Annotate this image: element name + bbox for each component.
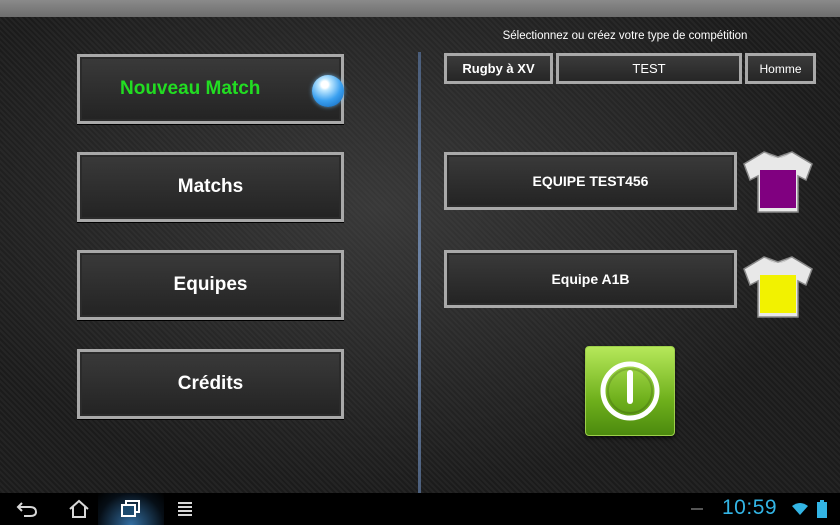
credits-label: Crédits	[177, 373, 244, 394]
competition-type-label: Rugby à XV	[462, 61, 535, 76]
wifi-icon	[790, 497, 810, 521]
teams-label: Equipes	[173, 274, 248, 295]
back-icon[interactable]	[14, 497, 40, 521]
system-navigation-bar: 10:59	[0, 493, 840, 525]
power-icon	[600, 361, 660, 421]
jersey-body-2	[760, 275, 796, 313]
team-name-label: Equipe A1B	[551, 271, 630, 287]
competition-name-label: TEST	[632, 61, 666, 76]
vertical-divider	[418, 52, 421, 493]
team-jersey-2-icon[interactable]	[742, 253, 814, 321]
jersey-body-1	[760, 170, 796, 208]
matches-label: Matchs	[177, 176, 244, 197]
competition-heading: Sélectionnez ou créez votre type de comp…	[502, 30, 748, 42]
team-jersey-1-icon[interactable]	[742, 148, 814, 216]
system-top-bar	[0, 0, 840, 17]
matches-button[interactable]: Matchs	[77, 152, 344, 222]
competition-category-button[interactable]: Homme	[745, 53, 816, 84]
new-match-button[interactable]: Nouveau Match	[77, 54, 344, 124]
team-button-2[interactable]: Equipe A1B	[444, 250, 737, 308]
menu-icon[interactable]	[172, 497, 198, 521]
new-match-label: Nouveau Match	[120, 78, 261, 99]
credits-button[interactable]: Crédits	[77, 349, 344, 419]
team-name-label: EQUIPE TEST456	[532, 173, 649, 189]
competition-type-button[interactable]: Rugby à XV	[444, 53, 553, 84]
teams-button[interactable]: Equipes	[77, 250, 344, 320]
blue-orb-icon	[312, 75, 344, 107]
competition-category-label: Homme	[759, 61, 802, 76]
status-clock[interactable]: 10:59	[722, 496, 777, 520]
team-button-1[interactable]: EQUIPE TEST456	[444, 152, 737, 210]
battery-icon	[814, 497, 830, 521]
notification-indicator-icon[interactable]	[690, 497, 704, 521]
recent-apps-icon[interactable]	[118, 497, 144, 521]
app-screen: Nouveau Match Matchs Equipes Crédits Sél…	[0, 17, 840, 493]
home-icon[interactable]	[66, 497, 92, 521]
competition-name-button[interactable]: TEST	[556, 53, 742, 84]
power-button[interactable]	[585, 346, 675, 436]
